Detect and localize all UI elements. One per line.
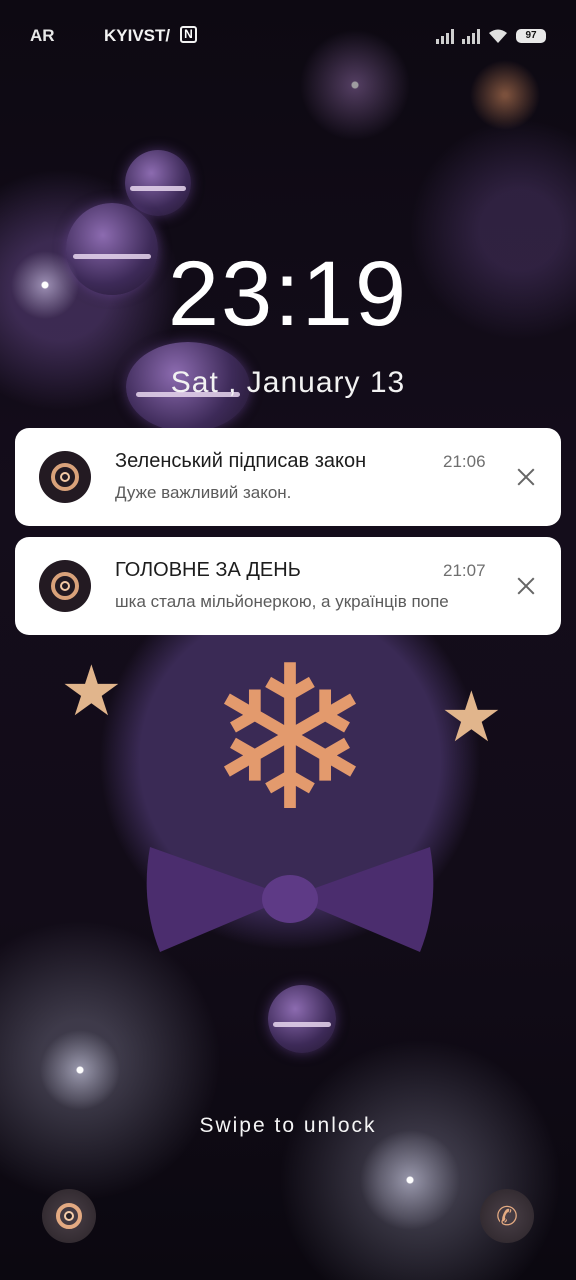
ornament-decoration — [125, 150, 191, 216]
signal-icon — [462, 28, 480, 44]
battery-icon: 97 — [516, 29, 546, 43]
camera-icon — [56, 1203, 82, 1229]
signal-icon — [436, 28, 454, 44]
notification-time: 21:06 — [443, 452, 486, 471]
carrier-label-2: KYIVST/ — [104, 26, 171, 45]
star-decoration: ★ — [60, 652, 123, 730]
carrier-label-1: AR — [30, 26, 55, 45]
notification-title: ГОЛОВНЕ ЗА ДЕНЬ — [115, 559, 301, 581]
ornament-decoration — [268, 985, 336, 1053]
bow-decoration — [146, 847, 434, 952]
status-icons: 97 — [436, 28, 546, 44]
camera-shortcut-button[interactable] — [42, 1189, 96, 1243]
notification-card[interactable]: Зеленський підписав закон 21:06 Дуже важ… — [15, 428, 561, 526]
nfc-icon: N — [180, 26, 197, 43]
lock-clock: 23:19 — [167, 243, 409, 345]
notification-body: Дуже важливий закон. — [115, 483, 292, 502]
swipe-to-unlock-hint: Swipe to unlock — [199, 1114, 377, 1137]
sparkle-decoration — [470, 60, 540, 130]
close-icon[interactable] — [515, 575, 537, 597]
status-bar: AR KYIVST/ N 97 — [0, 22, 576, 50]
snowflake-decoration: ❄ — [206, 628, 374, 851]
close-icon[interactable] — [515, 466, 537, 488]
chrome-style-app-icon — [39, 560, 91, 612]
notification-body: шка стала мільйонеркою, а українців попе — [115, 592, 449, 611]
notification-card[interactable]: ГОЛОВНЕ ЗА ДЕНЬ 21:07 шка стала мільйоне… — [15, 537, 561, 635]
chrome-style-app-icon — [39, 451, 91, 503]
star-decoration: ★ — [440, 678, 503, 756]
phone-shortcut-button[interactable]: ✆ — [480, 1189, 534, 1243]
lock-date: Sat , January 13 — [170, 366, 406, 399]
notification-time: 21:07 — [443, 561, 486, 580]
notification-title: Зеленський підписав закон — [115, 450, 367, 472]
wifi-icon — [488, 28, 508, 44]
firework-decoration — [360, 1130, 460, 1230]
phone-icon: ✆ — [496, 1201, 518, 1231]
firework-decoration — [40, 1030, 120, 1110]
